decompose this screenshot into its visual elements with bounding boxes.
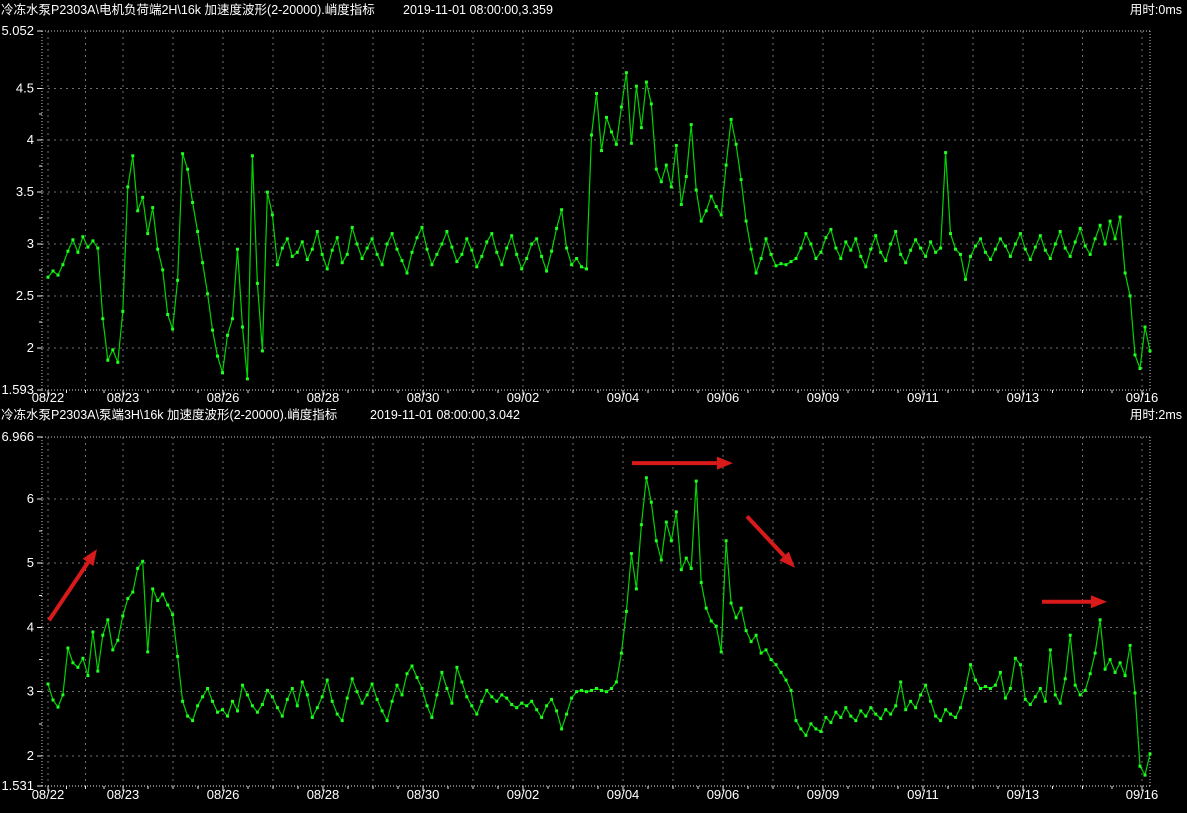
svg-text:1.531: 1.531 bbox=[1, 778, 34, 793]
svg-text:4: 4 bbox=[27, 132, 34, 147]
svg-text:6: 6 bbox=[27, 491, 34, 506]
svg-text:08/22: 08/22 bbox=[32, 390, 65, 404]
plot-area-motor[interactable]: 08/22 08/23 08/26 08/28 08/30 09/02 09/04 09/06… bbox=[0, 20, 1187, 404]
cursor-readout: 2019-11-01 08:00:00,3.359 bbox=[403, 0, 553, 20]
svg-text:09/13: 09/13 bbox=[1007, 390, 1040, 404]
svg-text:09/16: 09/16 bbox=[1126, 787, 1159, 802]
svg-text:09/04: 09/04 bbox=[607, 390, 640, 404]
svg-text:09/09: 09/09 bbox=[807, 787, 840, 802]
svg-text:2: 2 bbox=[27, 340, 34, 355]
svg-text:08/28: 08/28 bbox=[307, 390, 340, 404]
trend-chart-motor-drive-end: 冷冻水泵P2303A\电机负荷端2H\16k 加速度波形(2-20000).峭度… bbox=[0, 0, 1187, 404]
svg-text:09/06: 09/06 bbox=[707, 787, 740, 802]
svg-text:3.5: 3.5 bbox=[16, 184, 34, 199]
svg-text:08/23: 08/23 bbox=[107, 390, 140, 404]
svg-text:09/11: 09/11 bbox=[907, 390, 939, 404]
svg-text:09/06: 09/06 bbox=[707, 390, 740, 404]
svg-text:4.5: 4.5 bbox=[16, 80, 34, 95]
svg-text:08/30: 08/30 bbox=[407, 390, 440, 404]
svg-text:1.593: 1.593 bbox=[1, 382, 34, 397]
svg-text:09/16: 09/16 bbox=[1126, 390, 1159, 404]
svg-text:09/04: 09/04 bbox=[607, 787, 640, 802]
svg-text:5: 5 bbox=[27, 555, 34, 570]
chart-header: 冷冻水泵P2303A\泵端3H\16k 加速度波形(2-20000).峭度指标 … bbox=[0, 404, 1187, 427]
svg-text:08/28: 08/28 bbox=[307, 787, 340, 802]
svg-text:09/02: 09/02 bbox=[507, 787, 540, 802]
chart-header: 冷冻水泵P2303A\电机负荷端2H\16k 加速度波形(2-20000).峭度… bbox=[0, 0, 1187, 20]
svg-text:3: 3 bbox=[27, 684, 34, 699]
svg-text:08/26: 08/26 bbox=[207, 787, 240, 802]
svg-text:09/02: 09/02 bbox=[507, 390, 540, 404]
trend-chart-pump-end: 冷冻水泵P2303A\泵端3H\16k 加速度波形(2-20000).峭度指标 … bbox=[0, 404, 1187, 813]
chart-title: 冷冻水泵P2303A\泵端3H\16k 加速度波形(2-20000).峭度指标 bbox=[1, 404, 337, 427]
svg-text:6.966: 6.966 bbox=[1, 429, 34, 444]
svg-text:08/23: 08/23 bbox=[107, 787, 140, 802]
svg-text:09/11: 09/11 bbox=[907, 787, 939, 802]
svg-text:5.052: 5.052 bbox=[1, 23, 34, 38]
elapsed-time-label: 用时:0ms bbox=[1130, 0, 1182, 20]
svg-text:2.5: 2.5 bbox=[16, 288, 34, 303]
plot-area-pump[interactable]: 08/22 08/23 08/26 08/28 08/30 09/02 09/04 09/06… bbox=[0, 427, 1187, 813]
svg-text:08/22: 08/22 bbox=[32, 787, 65, 802]
svg-text:09/13: 09/13 bbox=[1007, 787, 1040, 802]
svg-text:09/09: 09/09 bbox=[807, 390, 840, 404]
trend-monitor-window: 冷冻水泵P2303A\电机负荷端2H\16k 加速度波形(2-20000).峭度… bbox=[0, 0, 1187, 813]
svg-text:08/30: 08/30 bbox=[407, 787, 440, 802]
svg-text:4: 4 bbox=[27, 619, 34, 634]
svg-text:08/26: 08/26 bbox=[207, 390, 240, 404]
svg-text:2: 2 bbox=[27, 748, 34, 763]
svg-text:3: 3 bbox=[27, 236, 34, 251]
elapsed-time-label: 用时:2ms bbox=[1130, 404, 1182, 427]
chart-title: 冷冻水泵P2303A\电机负荷端2H\16k 加速度波形(2-20000).峭度… bbox=[1, 0, 375, 20]
cursor-readout: 2019-11-01 08:00:00,3.042 bbox=[370, 404, 520, 427]
